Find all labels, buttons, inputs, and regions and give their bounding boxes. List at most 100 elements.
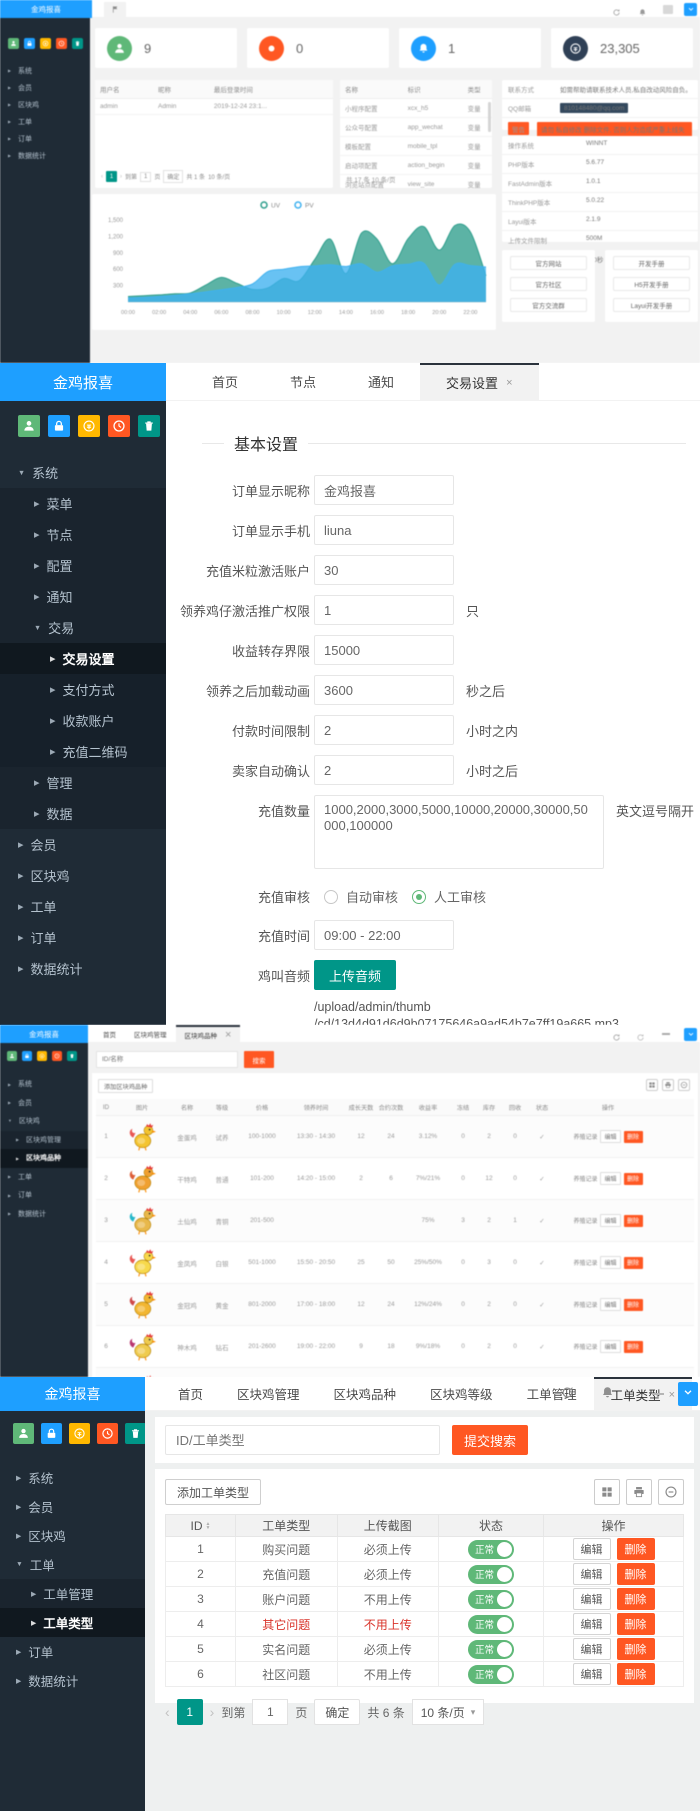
quick-link[interactable]: 官方交流群 — [510, 298, 587, 312]
page-size-select[interactable]: 10 条/页▾ — [412, 1699, 485, 1725]
column-header[interactable]: 状态 — [528, 1103, 556, 1112]
column-header[interactable]: 回收 — [502, 1103, 528, 1112]
tab-通知[interactable]: 通知 — [342, 363, 420, 400]
search-button[interactable]: 搜索 — [244, 1051, 274, 1068]
column-header[interactable]: 最后登录时间 — [209, 80, 333, 99]
app-logo[interactable]: 金鸡报喜 — [0, 0, 92, 18]
print-tool-icon[interactable] — [662, 1079, 674, 1091]
sidebar-item-管理[interactable]: ▶管理 — [0, 767, 166, 798]
delete-button[interactable]: 删除 — [617, 1613, 655, 1635]
column-header[interactable]: 类型 — [463, 80, 492, 99]
quick-link[interactable]: H5开发手册 — [613, 277, 690, 291]
quick-link[interactable]: 开发手册 — [613, 256, 690, 270]
tab-区块鸡品种-active[interactable]: 区块鸡品种× — [176, 1025, 241, 1042]
app-logo[interactable]: 金鸡报喜 — [0, 1377, 145, 1411]
sidebar-item-会员[interactable]: ▶会员 — [0, 79, 90, 96]
coin-icon[interactable] — [69, 1423, 90, 1444]
sidebar-item-订单[interactable]: ▶订单 — [0, 1637, 145, 1666]
coin-icon[interactable] — [37, 1051, 47, 1061]
search-input[interactable] — [96, 1051, 238, 1068]
sidebar-item-订单[interactable]: ▶订单 — [0, 130, 90, 147]
sort-icon[interactable]: ▲▼ — [206, 1522, 211, 1530]
lock-icon[interactable] — [48, 415, 70, 437]
delete-button[interactable]: 删除 — [624, 1215, 643, 1227]
column-header[interactable]: 领养时间 — [286, 1103, 346, 1112]
field-input-领养鸡仔激活推广权限[interactable] — [314, 595, 454, 625]
radio-icon[interactable] — [412, 890, 426, 904]
current-page[interactable]: 1 — [177, 1699, 203, 1725]
submit-search-button[interactable]: 提交搜索 — [452, 1425, 528, 1455]
tab-工单管理[interactable]: 工单管理 — [510, 1377, 594, 1410]
sidebar-item-工单[interactable]: ▶工单 — [0, 891, 166, 922]
status-toggle[interactable]: 正常 — [468, 1615, 514, 1634]
column-header[interactable]: 成长天数 — [346, 1103, 376, 1112]
column-header[interactable]: 昵称 — [153, 80, 209, 99]
clock-icon[interactable] — [97, 1423, 118, 1444]
column-header[interactable]: 名称 — [340, 80, 403, 99]
status-toggle[interactable]: 正常 — [468, 1540, 514, 1559]
sidebar-item-区块鸡[interactable]: ▶区块鸡 — [0, 860, 166, 891]
person-icon[interactable] — [13, 1423, 34, 1444]
bell-icon[interactable] — [636, 1029, 645, 1047]
person-icon[interactable] — [7, 1051, 17, 1061]
edit-button[interactable]: 编辑 — [600, 1256, 620, 1269]
app-logo[interactable]: 金鸡报喜 — [0, 363, 166, 401]
pager-item[interactable]: 1 — [140, 172, 151, 182]
column-header[interactable]: 库存 — [476, 1103, 502, 1112]
delete-button[interactable]: 删除 — [617, 1588, 655, 1610]
close-tab-icon[interactable]: × — [669, 1389, 675, 1401]
minimize-icon[interactable] — [662, 1033, 670, 1035]
record-link[interactable]: 养殖记录 — [573, 1342, 597, 1351]
sidebar-item-支付方式[interactable]: ▶支付方式 — [0, 674, 166, 705]
trash-icon[interactable] — [138, 415, 160, 437]
radio-option-人工审核[interactable]: 人工审核 — [412, 887, 486, 906]
sidebar-item-系统[interactable]: ▶系统 — [0, 1463, 145, 1492]
record-link[interactable]: 养殖记录 — [573, 1216, 597, 1225]
column-header[interactable]: 用户名 — [95, 80, 153, 99]
tab-区块鸡管理[interactable]: 区块鸡管理 — [125, 1025, 176, 1042]
record-link[interactable]: 养殖记录 — [573, 1132, 597, 1141]
lock-icon[interactable] — [24, 38, 35, 49]
sidebar-item-通知[interactable]: ▶通知 — [0, 581, 166, 612]
upload-audio-button[interactable]: 上传音频 — [314, 960, 396, 990]
tab-节点[interactable]: 节点 — [264, 363, 342, 400]
edit-button[interactable]: 编辑 — [573, 1613, 611, 1635]
delete-button[interactable]: 删除 — [617, 1663, 655, 1685]
edit-button[interactable]: 编辑 — [600, 1340, 620, 1353]
edit-button[interactable]: 编辑 — [600, 1172, 620, 1185]
edit-button[interactable]: 编辑 — [573, 1588, 611, 1610]
field-input-充值米粒激活账户[interactable] — [314, 555, 454, 585]
next-page[interactable]: › — [120, 174, 122, 180]
tab-区块鸡品种[interactable]: 区块鸡品种 — [317, 1377, 414, 1410]
edit-button[interactable]: 编辑 — [600, 1130, 620, 1143]
current-page[interactable]: 1 — [106, 171, 117, 182]
status-toggle[interactable]: 正常 — [468, 1640, 514, 1659]
sidebar-item-工单管理[interactable]: ▶工单管理 — [0, 1579, 145, 1608]
avatar[interactable] — [663, 5, 673, 14]
add-ticket-type-button[interactable]: 添加工单类型 — [165, 1479, 261, 1505]
sidebar-item-数据统计[interactable]: ▶数据统计 — [0, 147, 90, 164]
scrollbar[interactable] — [488, 102, 491, 132]
status-toggle[interactable]: 正常 — [468, 1590, 514, 1609]
status-toggle[interactable]: 正常 — [468, 1665, 514, 1684]
delete-button[interactable]: 删除 — [624, 1341, 643, 1353]
grid-tool-icon[interactable] — [646, 1079, 658, 1091]
refresh-icon[interactable] — [612, 1029, 621, 1047]
confirm-page-button[interactable]: 确定 — [314, 1699, 360, 1725]
sidebar-item-会员[interactable]: ▶会员 — [0, 1492, 145, 1521]
tab-首页[interactable]: 首页 — [94, 1025, 125, 1042]
column-header-上传截图[interactable]: 上传截图 — [337, 1515, 439, 1537]
column-header[interactable]: 价格 — [238, 1103, 286, 1112]
close-tab-icon[interactable]: × — [506, 377, 512, 389]
lock-icon[interactable] — [22, 1051, 32, 1061]
column-header[interactable]: 图片 — [116, 1103, 168, 1112]
lock-icon[interactable] — [41, 1423, 62, 1444]
sidebar-item-数据[interactable]: ▶数据 — [0, 798, 166, 829]
sidebar-item-系统[interactable]: ▶系统 — [0, 62, 90, 79]
minus-tool-icon[interactable] — [678, 1079, 690, 1091]
sidebar-item-区块鸡品种[interactable]: ▶区块鸡品种 — [0, 1149, 88, 1168]
column-header-操作[interactable]: 操作 — [544, 1515, 684, 1537]
tab-交易设置-active[interactable]: 交易设置× — [420, 363, 538, 400]
refresh-icon[interactable] — [560, 1385, 575, 1405]
sidebar-item-区块鸡[interactable]: ▶区块鸡 — [0, 1521, 145, 1550]
